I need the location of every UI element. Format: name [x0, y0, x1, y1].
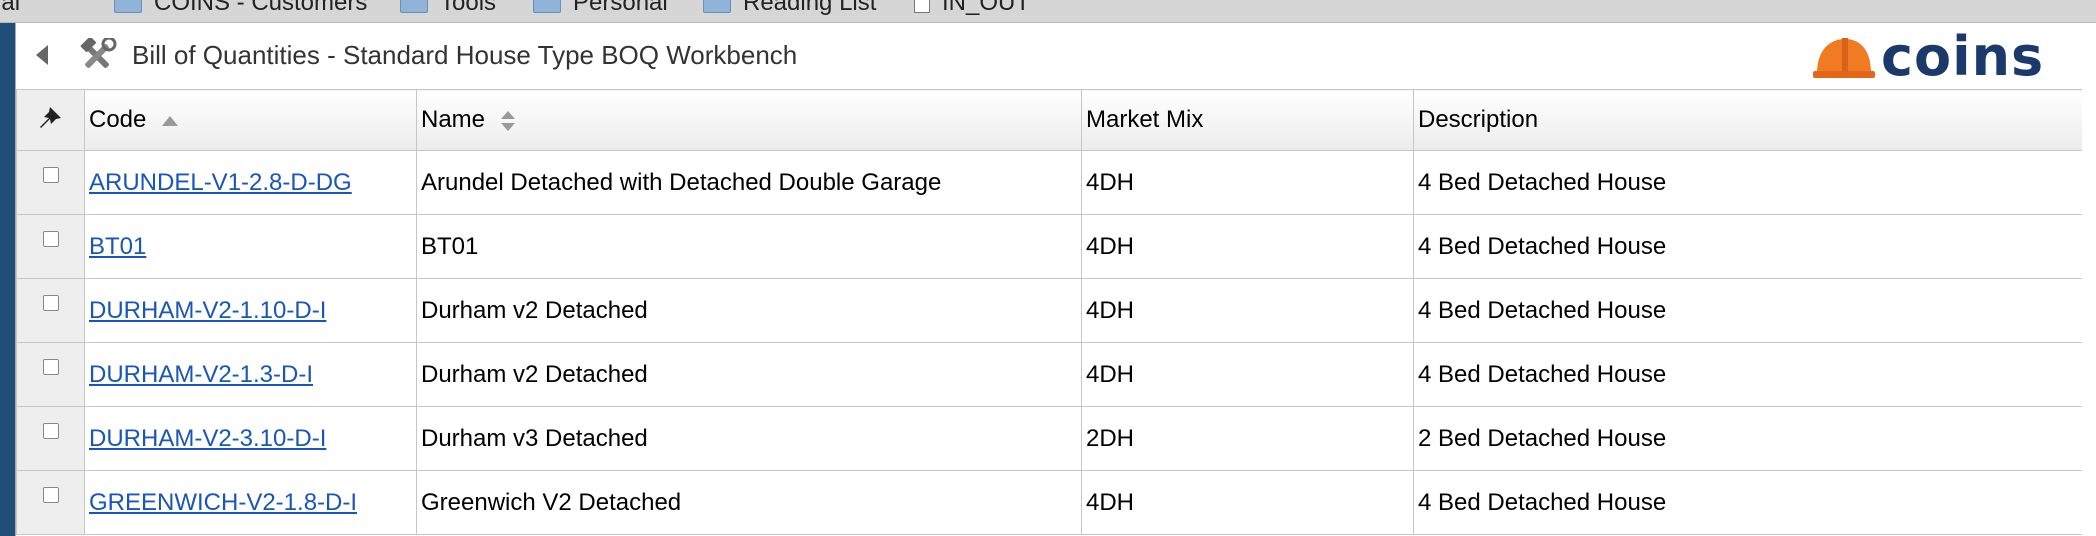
- panel-header: Bill of Quantities - Standard House Type…: [16, 23, 2096, 87]
- column-header-name[interactable]: Name: [416, 89, 1082, 151]
- table-row[interactable]: GREENWICH-V2-1.8-D-I Greenwich V2 Detach…: [16, 470, 2082, 535]
- code-cell: DURHAM-V2-3.10-D-I: [84, 406, 417, 471]
- code-cell: GREENWICH-V2-1.8-D-I: [84, 470, 417, 535]
- description-cell: 4 Bed Detached House: [1413, 150, 2082, 215]
- code-link[interactable]: DURHAM-V2-1.3-D-I: [89, 361, 313, 388]
- house-type-table: Code Name Market Mix Description ARUNDEL…: [16, 89, 2082, 535]
- bookmark-label: IN_OUT: [942, 0, 1031, 16]
- boq-grid: Code Name Market Mix Description ARUNDEL…: [16, 89, 2082, 536]
- table-row[interactable]: DURHAM-V2-3.10-D-I Durham v3 Detached 2D…: [16, 406, 2082, 471]
- sort-both-icon: [500, 110, 515, 131]
- bookmark-reading-list[interactable]: Reading List: [703, 0, 876, 18]
- name-cell: BT01: [416, 214, 1082, 279]
- table-row[interactable]: BT01 BT01 4DH 4 Bed Detached House: [16, 214, 2082, 279]
- description-cell: 4 Bed Detached House: [1413, 470, 2082, 535]
- market-mix-cell: 4DH: [1081, 342, 1414, 407]
- market-mix-cell: 2DH: [1081, 406, 1414, 471]
- bookmark-label: Personal: [573, 0, 668, 16]
- bookmark-internal[interactable]: Internal: [0, 0, 20, 18]
- document-icon: [914, 0, 930, 13]
- column-header-label: Code: [89, 106, 147, 133]
- column-header-market-mix[interactable]: Market Mix: [1081, 89, 1414, 151]
- row-select-cell: [16, 214, 85, 279]
- name-cell: Durham v2 Detached: [416, 342, 1082, 407]
- code-cell: BT01: [84, 214, 417, 279]
- code-link[interactable]: DURHAM-V2-1.10-D-I: [89, 297, 326, 324]
- code-link[interactable]: GREENWICH-V2-1.8-D-I: [89, 489, 357, 516]
- pin-icon: [39, 106, 61, 128]
- folder-icon: [400, 0, 428, 13]
- folder-icon: [533, 0, 561, 13]
- row-select-cell: [16, 406, 85, 471]
- background-window-edge: [0, 23, 15, 536]
- column-header-label: Name: [421, 106, 486, 133]
- boq-workbench-panel: Bill of Quantities - Standard House Type…: [15, 23, 2096, 536]
- description-cell: 4 Bed Detached House: [1413, 214, 2082, 279]
- coins-logo: coins: [1811, 27, 2044, 87]
- bookmark-in-out[interactable]: IN_OUT: [914, 0, 1030, 18]
- name-cell: Durham v3 Detached: [416, 406, 1082, 471]
- hammer-wrench-icon: [79, 36, 117, 79]
- row-checkbox[interactable]: [42, 359, 59, 375]
- folder-icon: [114, 0, 142, 13]
- row-checkbox[interactable]: [42, 167, 59, 183]
- bookmark-label: Reading List: [743, 0, 877, 16]
- sort-ascending-icon: [162, 115, 179, 126]
- row-checkbox[interactable]: [42, 423, 59, 439]
- name-cell: Durham v2 Detached: [416, 278, 1082, 343]
- code-link[interactable]: ARUNDEL-V1-2.8-D-DG: [89, 169, 352, 196]
- page-title: Bill of Quantities - Standard House Type…: [132, 40, 798, 70]
- code-cell: ARUNDEL-V1-2.8-D-DG: [84, 150, 417, 215]
- market-mix-cell: 4DH: [1081, 470, 1414, 535]
- description-cell: 4 Bed Detached House: [1413, 342, 2082, 407]
- bookmark-tools[interactable]: Tools: [400, 0, 496, 18]
- column-header-label: Description: [1418, 106, 1539, 133]
- market-mix-cell: 4DH: [1081, 150, 1414, 215]
- name-cell: Arundel Detached with Detached Double Ga…: [416, 150, 1082, 215]
- row-select-cell: [16, 470, 85, 535]
- code-cell: DURHAM-V2-1.10-D-I: [84, 278, 417, 343]
- helmet-icon: [1813, 38, 1875, 78]
- bookmark-coins-customers[interactable]: COINS - Customers: [114, 0, 367, 18]
- column-header-description[interactable]: Description: [1413, 89, 2082, 151]
- bookmark-label: COINS - Customers: [154, 0, 368, 16]
- column-header-code[interactable]: Code: [84, 89, 417, 151]
- description-cell: 4 Bed Detached House: [1413, 278, 2082, 343]
- table-row[interactable]: ARUNDEL-V1-2.8-D-DG Arundel Detached wit…: [16, 150, 2082, 215]
- column-header-label: Market Mix: [1086, 106, 1204, 133]
- folder-icon: [703, 0, 731, 13]
- row-checkbox[interactable]: [42, 295, 59, 311]
- bookmark-label: Internal: [0, 0, 21, 16]
- table-row[interactable]: DURHAM-V2-1.10-D-I Durham v2 Detached 4D…: [16, 278, 2082, 343]
- row-checkbox[interactable]: [42, 231, 59, 247]
- table-row[interactable]: DURHAM-V2-1.3-D-I Durham v2 Detached 4DH…: [16, 342, 2082, 407]
- code-cell: DURHAM-V2-1.3-D-I: [84, 342, 417, 407]
- bookmark-label: Tools: [440, 0, 497, 16]
- market-mix-cell: 4DH: [1081, 278, 1414, 343]
- bookmark-personal[interactable]: Personal: [533, 0, 668, 18]
- row-select-cell: [16, 278, 85, 343]
- row-checkbox[interactable]: [42, 487, 59, 503]
- bookmarks-bar: Internal COINS - Customers Tools Persona…: [0, 0, 2096, 23]
- table-header-row: Code Name Market Mix Description: [16, 89, 2082, 151]
- pin-column-header[interactable]: [16, 89, 85, 151]
- code-link[interactable]: DURHAM-V2-3.10-D-I: [89, 425, 326, 452]
- row-select-cell: [16, 342, 85, 407]
- back-arrow-icon[interactable]: [29, 41, 55, 69]
- name-cell: Greenwich V2 Detached: [416, 470, 1082, 535]
- description-cell: 2 Bed Detached House: [1413, 406, 2082, 471]
- code-link[interactable]: BT01: [89, 233, 146, 260]
- row-select-cell: [16, 150, 85, 215]
- logo-text: coins: [1881, 25, 2045, 88]
- market-mix-cell: 4DH: [1081, 214, 1414, 279]
